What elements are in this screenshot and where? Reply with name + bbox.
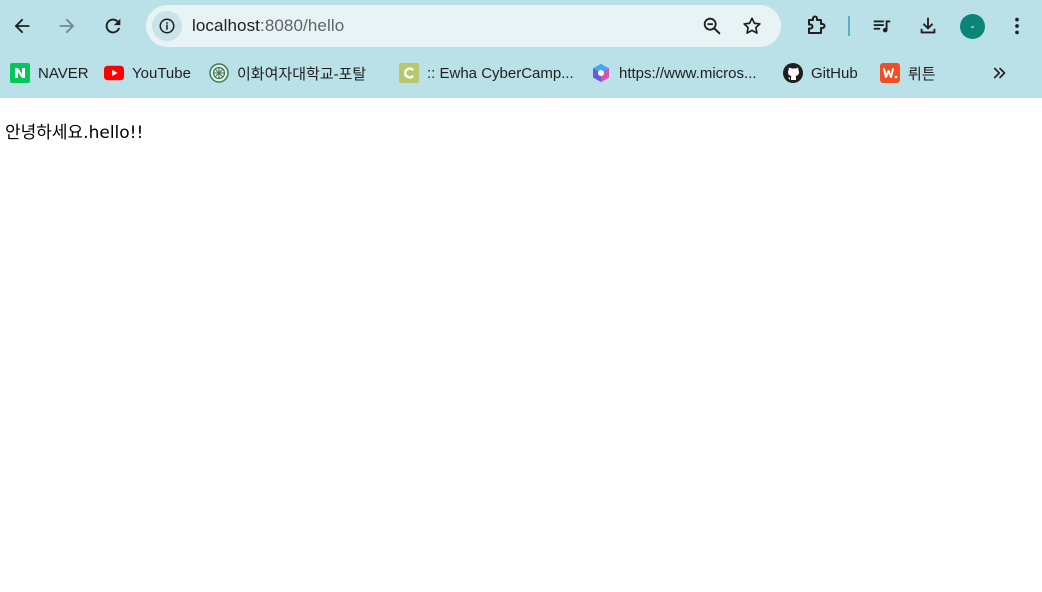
page-content: 안녕하세요.hello!! (0, 98, 1042, 592)
github-icon (783, 63, 803, 83)
site-info-button[interactable] (152, 11, 182, 41)
reload-button[interactable] (95, 8, 131, 44)
bookmark-cybercampus[interactable]: :: Ewha CyberCamp... (399, 62, 574, 84)
bookmark-microsoft[interactable]: https://www.micros... (591, 62, 757, 84)
bookmark-star-button[interactable] (739, 13, 765, 39)
url-path: :8080/hello (260, 16, 345, 35)
bookmark-label: NAVER (38, 64, 89, 82)
browser-toolbar: localhost:8080/hello - (0, 0, 1042, 52)
bookmark-label: YouTube (132, 64, 191, 82)
bookmark-label: :: Ewha CyberCamp... (427, 64, 574, 82)
wrtn-icon (880, 63, 900, 83)
naver-icon (10, 63, 30, 83)
profile-avatar[interactable]: - (960, 14, 985, 39)
zoom-out-icon (703, 17, 721, 35)
extensions-button[interactable] (798, 8, 834, 44)
forward-arrow-icon (59, 18, 75, 34)
greeting-text: 안녕하세요.hello!! (5, 123, 144, 143)
url-host: localhost (192, 16, 260, 35)
bookmark-youtube[interactable]: YouTube (104, 62, 191, 84)
bookmark-label: GitHub (811, 64, 858, 82)
back-arrow-icon (14, 18, 30, 34)
back-button[interactable] (4, 8, 40, 44)
bookmark-github[interactable]: GitHub (783, 62, 858, 84)
browser-chrome: localhost:8080/hello - NAVER YouTube 이화여… (0, 0, 1042, 98)
info-icon (159, 18, 175, 34)
bookmark-naver[interactable]: NAVER (10, 62, 89, 84)
download-icon (920, 17, 936, 34)
puzzle-piece-icon (808, 15, 826, 34)
media-control-button[interactable] (864, 8, 900, 44)
more-bookmarks-button[interactable] (990, 62, 1010, 84)
bookmark-label: 이화여자대학교-포탈 (237, 65, 367, 83)
bookmark-ewha-portal[interactable]: 이화여자대학교-포탈 (209, 62, 366, 84)
kebab-menu-icon (1015, 17, 1019, 35)
ewha-emblem-icon (209, 63, 229, 83)
bookmark-label: 뤼튼 (908, 65, 936, 83)
microsoft-copilot-icon (591, 63, 611, 83)
menu-button[interactable] (999, 8, 1035, 44)
double-chevron-right-icon (990, 63, 1010, 83)
bookmark-wrtn[interactable]: 뤼튼 (880, 62, 936, 84)
url-text[interactable]: localhost:8080/hello (192, 16, 344, 36)
address-bar[interactable]: localhost:8080/hello (146, 5, 781, 47)
bookmarks-bar: NAVER YouTube 이화여자대학교-포탈:: Ewha CyberCa… (0, 52, 1042, 92)
downloads-button[interactable] (910, 8, 946, 44)
reload-icon (105, 18, 121, 34)
forward-button[interactable] (49, 8, 85, 44)
cybercampus-icon (399, 63, 419, 83)
youtube-icon (104, 63, 124, 83)
bookmark-label: https://www.micros... (619, 64, 757, 82)
toolbar-separator (848, 16, 850, 36)
queue-music-icon (873, 20, 891, 33)
star-icon (743, 17, 761, 34)
zoom-button[interactable] (699, 13, 725, 39)
